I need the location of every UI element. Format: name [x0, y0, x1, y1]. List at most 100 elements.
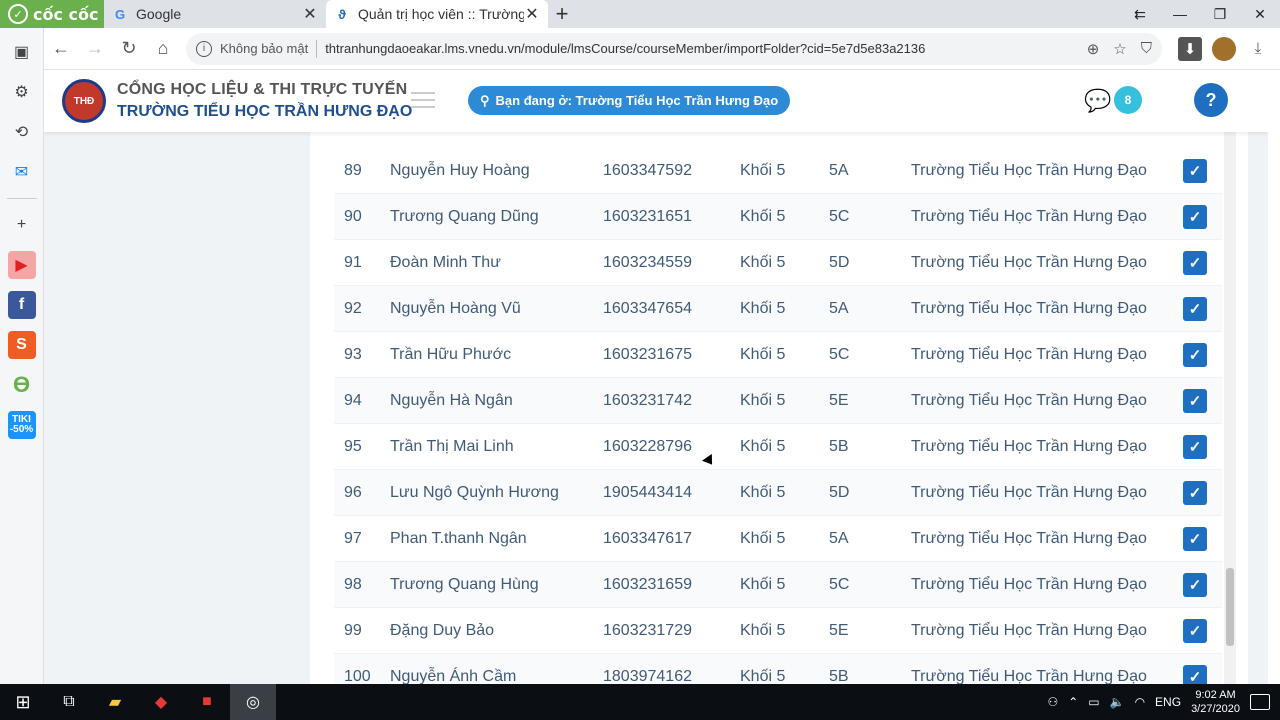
- student-grade: Khối 5: [740, 575, 786, 593]
- people-icon[interactable]: ⚇: [1047, 695, 1058, 709]
- row-checkbox[interactable]: ✓: [1183, 158, 1207, 183]
- task-view-icon[interactable]: ⧉: [46, 684, 92, 720]
- chat-icon[interactable]: 💬: [1084, 88, 1111, 114]
- row-checkbox[interactable]: ✓: [1183, 296, 1207, 321]
- shield-icon[interactable]: ⛉: [1141, 40, 1152, 58]
- forward-button[interactable]: →: [78, 32, 112, 66]
- student-class: 5E: [829, 621, 849, 639]
- help-button[interactable]: ?: [1194, 83, 1228, 117]
- facebook-icon[interactable]: f: [7, 291, 36, 319]
- student-name: Đoàn Minh Thư: [390, 253, 501, 271]
- school-logo[interactable]: THĐ: [62, 79, 106, 123]
- info-icon[interactable]: i: [196, 40, 212, 57]
- row-checkbox[interactable]: ✓: [1183, 204, 1207, 229]
- address-bar[interactable]: i Không bảo mật thtranhungdaoeakar.lms.v…: [186, 32, 1162, 65]
- table-row: 92 Nguyễn Hoàng Vũ 1603347654 Khối 5 5A Trườn…: [334, 286, 1222, 332]
- shopee-icon[interactable]: S: [7, 331, 36, 359]
- action-center-icon[interactable]: [1250, 694, 1270, 710]
- coccoc-taskbar-icon[interactable]: ◎: [230, 684, 276, 720]
- row-checkbox[interactable]: ✓: [1183, 434, 1207, 459]
- close-tab-icon[interactable]: ✕: [524, 6, 540, 23]
- student-number: 95: [344, 437, 362, 455]
- browser-brand: cốc cốc: [33, 4, 99, 24]
- browser-sidebar: ▣ ⚙ ⟲ ✉ + ▶ f S ϴ TIKI -50%: [0, 28, 44, 684]
- app-red-icon[interactable]: ◆: [138, 684, 184, 720]
- close-tab-icon[interactable]: ✕: [302, 6, 318, 23]
- coccoc-menu-button[interactable]: ✓ cốc cốc: [0, 0, 104, 28]
- student-name: Nguyễn Huy Hoàng: [390, 161, 530, 179]
- history-icon[interactable]: ⟲: [8, 118, 36, 146]
- windows-start-icon[interactable]: ⊞: [0, 684, 46, 720]
- student-school: Trường Tiểu Học Trần Hưng Đạo: [911, 437, 1147, 455]
- coccoc-shortcut-icon[interactable]: ϴ: [8, 371, 36, 399]
- notification-badge[interactable]: 8: [1114, 86, 1142, 114]
- new-tab-button[interactable]: +: [548, 0, 576, 28]
- student-school: Trường Tiểu Học Trần Hưng Đạo: [911, 391, 1147, 409]
- settings-gear-icon[interactable]: ⚙: [8, 78, 36, 106]
- sidebar-toggle-icon[interactable]: ▣: [8, 38, 36, 66]
- camtasia-icon[interactable]: ■: [184, 684, 230, 720]
- student-id: 1603347617: [603, 529, 692, 547]
- minimize-button[interactable]: —: [1160, 0, 1200, 28]
- student-name: Trần Thị Mai Linh: [390, 437, 514, 455]
- zoom-icon[interactable]: ⊕: [1087, 40, 1100, 58]
- tray-expand-icon[interactable]: ⌃: [1068, 695, 1078, 709]
- clock[interactable]: 9:02 AM 3/27/2020: [1191, 688, 1240, 716]
- table-row: 99 Đặng Duy Bảo 1603231729 Khối 5 5E Trường T…: [334, 608, 1222, 654]
- row-checkbox[interactable]: ✓: [1183, 618, 1207, 643]
- restore-tabs-icon[interactable]: ⇇: [1120, 0, 1160, 28]
- home-button[interactable]: ⌂: [146, 32, 180, 66]
- content-panel: 89 Nguyễn Huy Hoàng 1603347592 Khối 5 5A Trườ…: [310, 70, 1248, 684]
- table-row: 96 Lưu Ngô Quỳnh Hương 1905443414 Khối 5 5D T…: [334, 470, 1222, 516]
- table-row: 95 Trần Thị Mai Linh 1603228796 Khối 5 5B Trư…: [334, 424, 1222, 470]
- student-id: 1603231659: [603, 575, 692, 593]
- row-checkbox[interactable]: ✓: [1183, 572, 1207, 597]
- student-grade: Khối 5: [740, 667, 786, 685]
- file-explorer-icon[interactable]: ▰: [92, 684, 138, 720]
- scrollbar-thumb[interactable]: [1226, 568, 1234, 646]
- student-name: Trần Hữu Phước: [390, 345, 512, 363]
- school-name: TRƯỜNG TIỂU HỌC TRẦN HƯNG ĐẠO: [117, 103, 413, 120]
- youtube-icon[interactable]: ▶: [7, 251, 36, 279]
- site-title: CỔNG HỌC LIỆU & THI TRỰC TUYẾN TRƯỜNG TI…: [117, 81, 412, 121]
- tab-vnedu[interactable]: ϑ Quản trị học viên :: Trường Tiể ✕: [326, 0, 548, 28]
- student-school: Trường Tiểu Học Trần Hưng Đạo: [911, 299, 1147, 317]
- reload-button[interactable]: ↻: [112, 32, 146, 66]
- language-indicator[interactable]: ENG: [1155, 695, 1181, 709]
- row-checkbox[interactable]: ✓: [1183, 526, 1207, 551]
- close-window-button[interactable]: ✕: [1240, 0, 1280, 28]
- bookmark-star-icon[interactable]: ☆: [1113, 40, 1126, 58]
- back-button[interactable]: ←: [44, 32, 78, 66]
- row-checkbox[interactable]: ✓: [1183, 480, 1207, 505]
- wifi-icon[interactable]: ◠: [1135, 695, 1145, 709]
- student-name: Nguyễn Hoàng Vũ: [390, 299, 521, 317]
- page-scrollbar[interactable]: [1224, 70, 1236, 684]
- row-checkbox[interactable]: ✓: [1183, 388, 1207, 413]
- menu-hamburger-icon[interactable]: [411, 92, 435, 108]
- student-id: 1603228796: [603, 437, 692, 455]
- student-name: Nguyễn Hà Ngân: [390, 391, 513, 409]
- student-class: 5B: [829, 437, 849, 455]
- tab-google[interactable]: G Google ✕: [104, 0, 326, 28]
- maximize-button[interactable]: ❐: [1200, 0, 1240, 28]
- location-breadcrumb[interactable]: ⚲ Bạn đang ở: Trường Tiểu Học Trần Hưng …: [468, 86, 791, 115]
- row-checkbox[interactable]: ✓: [1183, 664, 1207, 684]
- row-checkbox[interactable]: ✓: [1183, 342, 1207, 367]
- location-label: Bạn đang ở: Trường Tiểu Học Trần Hưng Đạ…: [495, 93, 779, 108]
- student-grade: Khối 5: [740, 345, 786, 363]
- download-manager-icon[interactable]: ⬇: [1178, 36, 1202, 61]
- student-class: 5A: [829, 299, 849, 317]
- add-shortcut-icon[interactable]: +: [8, 211, 36, 239]
- download-icon[interactable]: ⤓: [1246, 37, 1270, 61]
- student-id: 1603231651: [603, 207, 692, 225]
- profile-avatar-icon[interactable]: [1212, 36, 1236, 61]
- tiki-icon[interactable]: TIKI -50%: [7, 411, 36, 439]
- messenger-icon[interactable]: ✉: [8, 158, 36, 186]
- student-grade: Khối 5: [740, 253, 786, 271]
- student-grade: Khối 5: [740, 161, 786, 179]
- battery-icon[interactable]: ▭: [1088, 695, 1099, 709]
- volume-icon[interactable]: 🔈: [1110, 695, 1125, 709]
- url-text[interactable]: thtranhungdaoeakar.lms.vnedu.vn/module/l…: [325, 41, 1087, 56]
- row-checkbox[interactable]: ✓: [1183, 250, 1207, 275]
- tab-title: Quản trị học viên :: Trường Tiể: [358, 6, 524, 22]
